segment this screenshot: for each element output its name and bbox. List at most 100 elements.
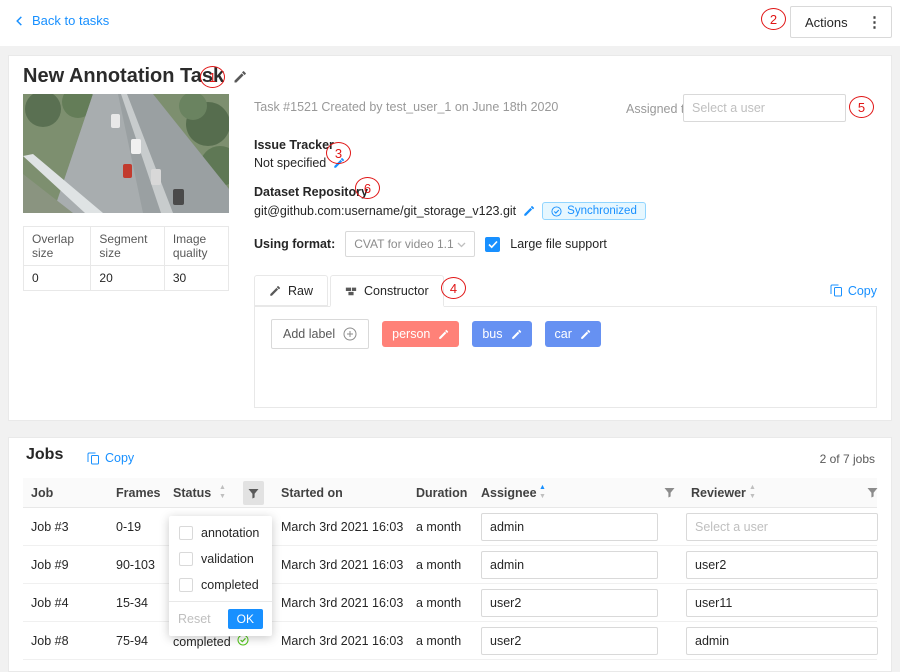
using-format-label: Using format: bbox=[254, 237, 335, 251]
filter-option-label: annotation bbox=[201, 526, 259, 540]
filter-option-validation[interactable]: validation bbox=[169, 546, 272, 572]
filter-option-label: validation bbox=[201, 552, 254, 566]
reviewer-input[interactable] bbox=[686, 551, 878, 579]
task-title-text: New Annotation Task bbox=[23, 65, 224, 88]
issue-tracker-value: Not specified bbox=[254, 156, 326, 170]
table-row: Job #3 0-19 March 3rd 2021 16:03 a month bbox=[23, 508, 877, 546]
table-row: Job #4 15-34 March 3rd 2021 16:03 a mont… bbox=[23, 584, 877, 622]
label-chip-car-text: car bbox=[555, 327, 572, 341]
reviewer-input[interactable] bbox=[686, 513, 878, 541]
labels-copy-button[interactable]: Copy bbox=[830, 284, 877, 298]
pencil-icon bbox=[269, 285, 281, 297]
build-icon bbox=[345, 285, 357, 297]
kebab-menu-icon: ⋮ bbox=[867, 13, 882, 31]
duration-cell: a month bbox=[416, 520, 461, 534]
checkbox-unchecked[interactable] bbox=[179, 552, 193, 566]
labels-tab-bar: Raw Constructor Copy bbox=[254, 275, 877, 307]
reviewer-input[interactable] bbox=[686, 627, 878, 655]
job-link[interactable]: Job #4 bbox=[31, 596, 69, 610]
jobs-copy-label: Copy bbox=[105, 451, 134, 465]
started-cell: March 3rd 2021 16:03 bbox=[281, 634, 403, 648]
assignee-input[interactable] bbox=[481, 627, 658, 655]
param-header-quality: Image quality bbox=[164, 227, 228, 266]
filter-option-label: completed bbox=[201, 578, 259, 592]
assignee-filter-icon[interactable] bbox=[663, 486, 676, 502]
filter-option-annotation[interactable]: annotation bbox=[169, 520, 272, 546]
status-filter-icon[interactable] bbox=[243, 481, 264, 505]
jobs-card: Jobs Copy 2 of 7 jobs Job Frames Status … bbox=[8, 437, 892, 672]
table-row: Job #9 90-103 March 3rd 2021 16:03 a mon… bbox=[23, 546, 877, 584]
label-chip-person[interactable]: person bbox=[382, 321, 459, 347]
edit-title-pencil-icon[interactable] bbox=[233, 70, 247, 84]
copy-icon bbox=[87, 452, 100, 465]
edit-repository-pencil-icon[interactable] bbox=[523, 205, 535, 217]
col-job: Job bbox=[31, 486, 53, 500]
checkbox-unchecked[interactable] bbox=[179, 578, 193, 592]
assignee-input[interactable] bbox=[481, 513, 658, 541]
check-circle-icon bbox=[551, 206, 562, 217]
filter-reset-button[interactable]: Reset bbox=[178, 612, 211, 626]
dataset-repository-row: git@github.com:username/git_storage_v123… bbox=[254, 202, 646, 220]
assignee-sort-icon[interactable]: ▲▼ bbox=[539, 483, 546, 501]
back-label: Back to tasks bbox=[32, 13, 109, 28]
frames-cell: 90-103 bbox=[116, 558, 155, 572]
status-sort-icon[interactable]: ▲▼ bbox=[219, 483, 226, 501]
col-duration: Duration bbox=[416, 486, 467, 500]
sync-status-badge: Synchronized bbox=[542, 202, 646, 220]
param-value-overlap: 0 bbox=[24, 266, 91, 291]
jobs-title: Jobs bbox=[26, 446, 63, 464]
task-details-card: New Annotation Task Overlap size bbox=[8, 55, 892, 421]
reviewer-filter-icon[interactable] bbox=[866, 486, 879, 502]
reviewer-sort-icon[interactable]: ▲▼ bbox=[749, 483, 756, 501]
task-meta-text: Task #1521 Created by test_user_1 on Jun… bbox=[254, 100, 558, 114]
job-link[interactable]: Job #3 bbox=[31, 520, 69, 534]
add-label-button[interactable]: Add label bbox=[271, 319, 369, 349]
edit-issue-tracker-pencil-icon[interactable] bbox=[333, 157, 345, 169]
tab-raw[interactable]: Raw bbox=[254, 275, 328, 306]
param-value-segment: 20 bbox=[91, 266, 164, 291]
status-filter-dropdown: annotation validation completed Reset OK bbox=[169, 516, 272, 636]
assignee-input[interactable] bbox=[481, 551, 658, 579]
large-file-checkbox[interactable] bbox=[485, 237, 500, 252]
tab-constructor[interactable]: Constructor bbox=[330, 275, 444, 307]
filter-ok-button[interactable]: OK bbox=[228, 609, 263, 629]
plus-circle-icon bbox=[343, 327, 357, 341]
labels-constructor-panel: Add label person bus car bbox=[254, 307, 877, 408]
filter-option-completed[interactable]: completed bbox=[169, 572, 272, 598]
assignee-input[interactable] bbox=[481, 589, 658, 617]
checkbox-unchecked[interactable] bbox=[179, 526, 193, 540]
add-label-text: Add label bbox=[283, 327, 335, 341]
jobs-count-label: 2 of 7 jobs bbox=[820, 452, 875, 466]
frames-cell: 15-34 bbox=[116, 596, 148, 610]
format-select[interactable]: CVAT for video 1.1 bbox=[345, 231, 475, 257]
tab-constructor-label: Constructor bbox=[364, 284, 429, 298]
chevron-left-icon bbox=[14, 15, 25, 27]
table-row: Job #8 75-94 completed March 3rd 2021 16… bbox=[23, 622, 877, 660]
col-reviewer: Reviewer bbox=[691, 486, 746, 500]
edit-label-pencil-icon[interactable] bbox=[511, 329, 522, 340]
back-to-tasks-link[interactable]: Back to tasks bbox=[14, 13, 109, 28]
job-link[interactable]: Job #8 bbox=[31, 634, 69, 648]
reviewer-input[interactable] bbox=[686, 589, 878, 617]
actions-button[interactable]: Actions ⋮ bbox=[790, 6, 892, 38]
tab-raw-label: Raw bbox=[288, 284, 313, 298]
col-status: Status bbox=[173, 486, 211, 500]
jobs-copy-button[interactable]: Copy bbox=[87, 451, 134, 465]
duration-cell: a month bbox=[416, 596, 461, 610]
copy-icon bbox=[830, 284, 843, 297]
edit-label-pencil-icon[interactable] bbox=[438, 329, 449, 340]
label-chip-car[interactable]: car bbox=[545, 321, 601, 347]
task-preview-image bbox=[23, 94, 229, 213]
page-title: New Annotation Task bbox=[23, 65, 247, 88]
large-file-label: Large file support bbox=[510, 237, 607, 251]
duration-cell: a month bbox=[416, 558, 461, 572]
dataset-repository-label: Dataset Repository bbox=[254, 185, 368, 199]
frames-cell: 75-94 bbox=[116, 634, 148, 648]
format-row: Using format: CVAT for video 1.1 Large f… bbox=[254, 231, 607, 257]
assignee-select-input[interactable] bbox=[683, 94, 846, 122]
edit-label-pencil-icon[interactable] bbox=[580, 329, 591, 340]
actions-label: Actions bbox=[805, 15, 848, 30]
label-chip-bus[interactable]: bus bbox=[472, 321, 531, 347]
job-link[interactable]: Job #9 bbox=[31, 558, 69, 572]
label-chip-bus-text: bus bbox=[482, 327, 502, 341]
